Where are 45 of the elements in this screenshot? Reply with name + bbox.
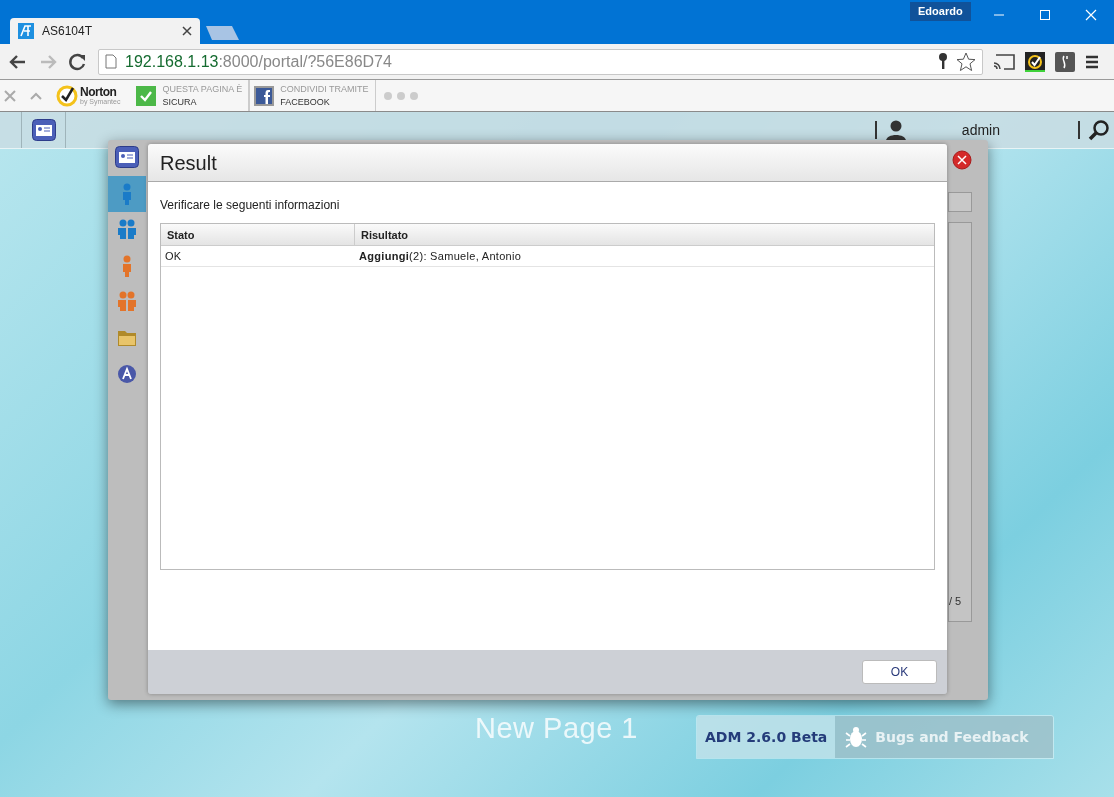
bug-icon [845,726,868,748]
letter-a-circle-icon [117,363,137,385]
column-header[interactable]: Risultato [355,224,934,245]
cast-icon[interactable] [993,53,1015,70]
extension-label: CONDIVIDI TRAMITE [280,82,369,96]
page-count: / 5 [949,594,962,609]
field-background [948,192,972,212]
checkmark-extension-icon[interactable] [1025,51,1045,72]
new-tab-button[interactable] [206,26,240,40]
site-logo-icon [18,23,34,39]
extension-label: QUESTA PAGINA È [162,82,243,96]
norton-logo: Norton [80,86,118,98]
table-cell-text: Aggiungi(2): Samuele, Antonio [358,249,523,264]
extension-label: FACEBOOK [280,95,331,109]
search-icon[interactable] [1088,119,1110,141]
extension-label: SICURA [162,95,198,109]
id-card-icon [31,119,56,141]
extension-icon[interactable] [1055,51,1075,72]
username[interactable]: admin [961,119,1000,141]
key-icon [938,52,948,71]
table-cell-text: OK [164,249,183,264]
tab-title: AS6104T [42,23,94,40]
star-icon[interactable] [956,51,976,72]
close-icon[interactable] [952,150,972,170]
people-icon [117,219,137,241]
url-text: 192.168.1.13:8000/portal/?56E86D74 [125,51,393,72]
share-button[interactable]: CONDIVIDI TRAMITE FACEBOOK [249,80,376,111]
menu-icon[interactable] [1085,54,1099,69]
address-bar[interactable]: 192.168.1.13:8000/portal/?56E86D74 [98,48,983,75]
id-card-icon[interactable] [115,146,139,168]
facebook-icon [254,85,275,106]
check-icon [136,85,157,106]
reload-icon[interactable] [68,51,88,72]
page-icon [105,54,117,69]
norton-check-icon [56,84,78,107]
column-header[interactable]: Stato [161,224,355,245]
safe-page-button[interactable]: QUESTA PAGINA È SICURA [132,80,250,111]
profile-badge[interactable]: Edoardo [910,2,971,21]
version-label: ADM 2.6.0 Beta [697,716,836,758]
browser-tab[interactable]: AS6104T [10,18,200,44]
dialog-title: Result [160,150,217,176]
close-icon[interactable] [182,26,192,36]
dialog-message: Verificare le seguenti informazioni [160,197,341,214]
people-icon [117,291,137,313]
ok-button[interactable]: OK [862,660,937,684]
